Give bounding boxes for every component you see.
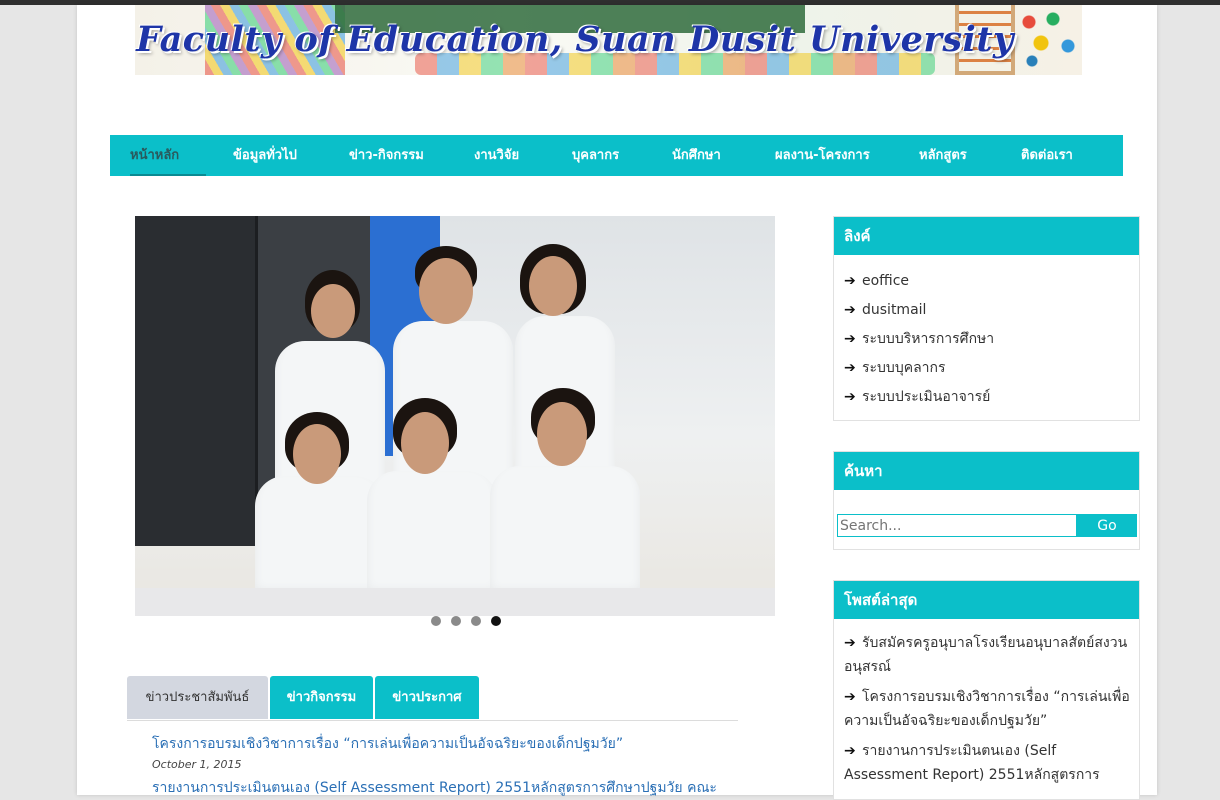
news-item-date: October 1, 2015 [152, 758, 242, 771]
links-widget: ลิงค์ ➔ eoffice ➔ dusitmail ➔ ระบบบริหารการ… [833, 216, 1140, 421]
recent-post-item[interactable]: ➔ รายงานการประเมินตนเอง (Self Assessment … [844, 739, 1139, 787]
sidebar-link-dusitmail[interactable]: ➔ dusitmail [844, 296, 1139, 325]
nav-item-personnel[interactable]: บุคลากร [572, 135, 652, 176]
nav-item-research[interactable]: งานวิจัย [474, 135, 551, 176]
slider-dot-active[interactable] [491, 616, 501, 626]
nav-item-contact[interactable]: ติดต่อเรา [1021, 135, 1101, 176]
recent-posts-widget: โพสต์ล่าสุด ➔ รับสมัครครูอนุบาลโรงเรียนอน… [833, 580, 1140, 800]
slider-dot[interactable] [451, 616, 461, 626]
arrow-right-icon: ➔ [844, 689, 856, 705]
arrow-right-icon: ➔ [844, 331, 856, 347]
arrow-right-icon: ➔ [844, 389, 856, 405]
slider-dot[interactable] [431, 616, 441, 626]
header-banner: Faculty of Education, Suan Dusit Univers… [135, 5, 1082, 75]
nav-item-home[interactable]: หน้าหลัก [130, 135, 206, 176]
slide-photo-face [419, 258, 473, 324]
nav-item-general-info[interactable]: ข้อมูลทั่วไป [233, 135, 329, 176]
slide-photo-person [255, 476, 385, 596]
arrow-right-icon: ➔ [844, 635, 856, 651]
arrow-right-icon: ➔ [844, 273, 856, 289]
recent-post-item[interactable]: ➔ โครงการอบรมเชิงวิชาการเรื่อง “การเล่นเพ… [844, 685, 1139, 733]
slide-photo-face [537, 402, 587, 466]
slide-photo-table [135, 588, 775, 616]
slider-pagination [431, 616, 501, 626]
slide-photo-face [311, 284, 355, 338]
search-input[interactable] [837, 514, 1077, 537]
slide-photo-background [135, 216, 255, 546]
arrow-right-icon: ➔ [844, 302, 856, 318]
sidebar-link-eoffice[interactable]: ➔ eoffice [844, 267, 1139, 296]
tab-pr-news[interactable]: ข่าวประชาสัมพันธ์ [127, 676, 268, 719]
banner-pins-graphic [1020, 10, 1080, 70]
nav-item-news-activities[interactable]: ข่าว-กิจกรรม [349, 135, 453, 176]
sidebar-link-education-admin[interactable]: ➔ ระบบบริหารการศึกษา [844, 325, 1139, 354]
slide-photo-person [490, 466, 640, 596]
slide-photo-person [367, 471, 497, 596]
search-go-button[interactable]: Go [1077, 514, 1137, 537]
sidebar-link-teacher-evaluation[interactable]: ➔ ระบบประเมินอาจารย์ [844, 383, 1139, 412]
main-nav: หน้าหลัก ข้อมูลทั่วไป ข่าว-กิจกรรม งานวิ… [110, 135, 1123, 176]
news-item-title[interactable]: โครงการอบรมเชิงวิชาการเรื่อง “การเล่นเพื… [152, 733, 752, 755]
tab-activity-news[interactable]: ข่าวกิจกรรม [270, 676, 373, 719]
page-container: Faculty of Education, Suan Dusit Univers… [77, 5, 1157, 800]
image-slider[interactable] [135, 216, 775, 616]
recent-post-item[interactable]: ➔ รับสมัครครูอนุบาลโรงเรียนอนุบาลสัตย์สงว… [844, 631, 1139, 679]
slider-dot[interactable] [471, 616, 481, 626]
sidebar-link-personnel-system[interactable]: ➔ ระบบบุคลากร [844, 354, 1139, 383]
arrow-right-icon: ➔ [844, 743, 856, 759]
search-widget-heading: ค้นหา [834, 452, 1139, 490]
recent-posts-heading: โพสต์ล่าสุด [834, 581, 1139, 619]
nav-item-students[interactable]: นักศึกษา [672, 135, 755, 176]
search-form: Go [834, 490, 1139, 550]
news-item-title[interactable]: รายงานการประเมินตนเอง (Self Assessment R… [152, 777, 752, 799]
links-widget-heading: ลิงค์ [834, 217, 1139, 255]
nav-item-projects[interactable]: ผลงาน-โครงการ [775, 135, 899, 176]
search-widget: ค้นหา Go [833, 451, 1140, 550]
arrow-right-icon: ➔ [844, 360, 856, 376]
news-list: โครงการอบรมเชิงวิชาการเรื่อง “การเล่นเพื… [152, 733, 752, 799]
tab-announcements[interactable]: ข่าวประกาศ [375, 676, 479, 719]
slide-photo-face [293, 424, 341, 484]
site-title[interactable]: Faculty of Education, Suan Dusit Univers… [135, 19, 1015, 60]
slide-photo-face [401, 412, 449, 474]
nav-item-curriculum[interactable]: หลักสูตร [919, 135, 1001, 176]
slide-photo-face [529, 256, 577, 316]
news-tabs: ข่าวประชาสัมพันธ์ ข่าวกิจกรรม ข่าวประกาศ [127, 676, 738, 721]
